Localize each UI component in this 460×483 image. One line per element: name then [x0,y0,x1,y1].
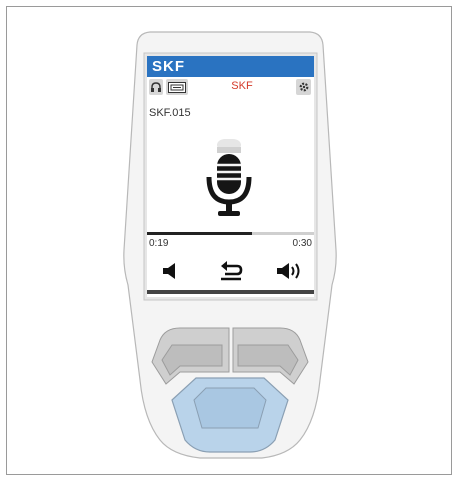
back-button[interactable] [219,260,243,287]
gear-icon [299,82,308,92]
volume-up-icon [277,263,300,279]
screen-header: SKF [147,56,314,77]
volume-down-button[interactable] [161,262,183,285]
track-name: SKF.015 [149,107,191,119]
elapsed-time: 0:19 [149,238,169,249]
brand-logo: SKF [152,58,185,75]
total-time: 0:30 [292,238,312,249]
settings-button[interactable] [296,79,311,95]
softkey-bar [147,290,314,294]
device-screen: SKF SKF SKF.015 0:19 0:30 [147,56,314,297]
headphones-button[interactable] [149,79,163,95]
microphone-icon [206,139,252,216]
progress-track[interactable] [147,232,314,235]
volume-down-icon [163,263,175,279]
screen-title: SKF [231,80,253,92]
screen-toolbar: SKF [147,77,314,97]
headphones-icon [151,82,161,92]
progress-fill [147,232,253,235]
back-icon [221,261,243,281]
card-button[interactable] [166,79,188,95]
card-icon [168,81,186,93]
volume-up-button[interactable] [275,262,305,285]
